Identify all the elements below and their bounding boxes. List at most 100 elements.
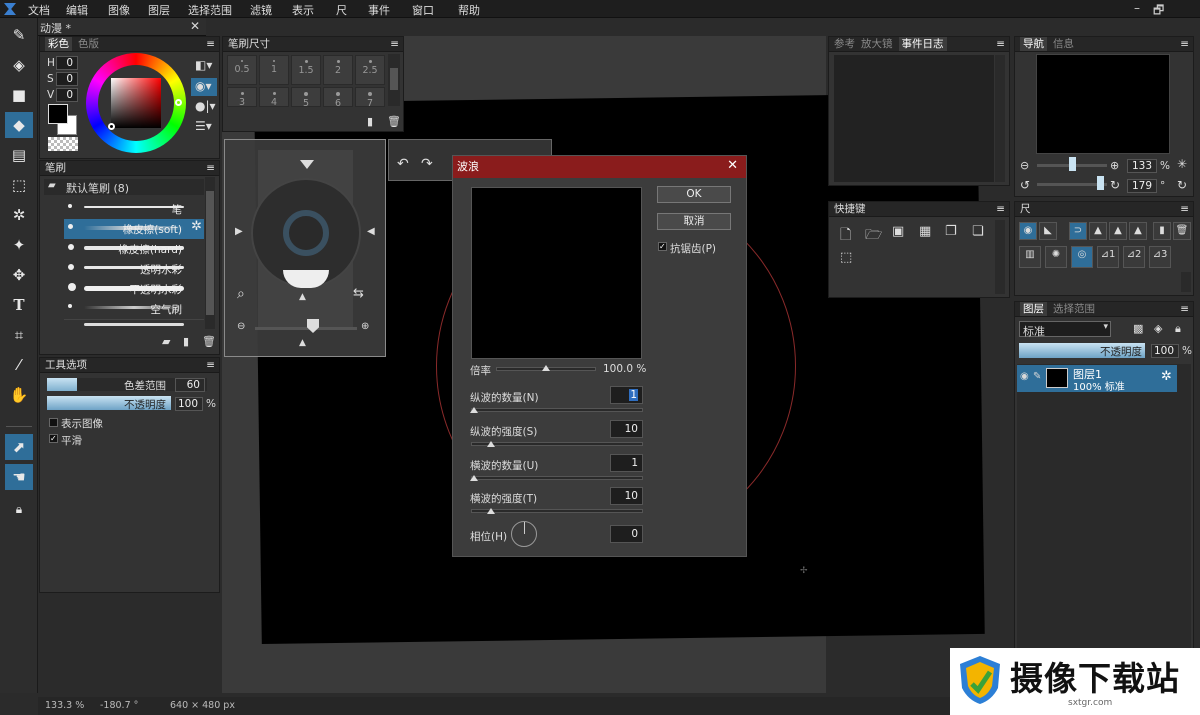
magic-wand-tool-icon[interactable]: ✲ <box>5 202 33 228</box>
zoom-out-icon[interactable]: ⊖ <box>1020 159 1029 172</box>
eye-icon[interactable]: ◉ <box>1019 222 1037 240</box>
rotate-left-icon[interactable]: ↺ <box>1020 178 1030 192</box>
v-strength-input[interactable]: 10 <box>610 420 643 438</box>
select-all-icon[interactable]: ⬚ <box>840 250 852 265</box>
navigator-preview[interactable] <box>1036 54 1170 154</box>
menu-edit[interactable]: 编辑 <box>66 2 88 18</box>
v-count-slider[interactable] <box>471 408 643 412</box>
blend-mode-select[interactable]: 标准 ▾ <box>1019 321 1111 338</box>
paste-icon[interactable]: ❏ <box>972 224 984 239</box>
menu-window[interactable]: 窗口 <box>412 2 434 18</box>
redo-icon[interactable]: ↷ <box>421 156 433 172</box>
panel-menu-icon[interactable]: ≡ <box>1180 302 1189 316</box>
h-count-input[interactable]: 1 <box>610 454 643 472</box>
h-strength-input[interactable]: 10 <box>610 487 643 505</box>
new-brush-icon[interactable]: ▮ <box>183 335 189 348</box>
scroll-down-icon[interactable]: ▲ <box>299 292 306 302</box>
wheel-mode-icon[interactable]: ◉▾ <box>191 78 217 96</box>
perspective2-icon[interactable]: ▲ <box>1109 222 1127 240</box>
restore-button[interactable]: 🗗 <box>1153 1 1164 22</box>
copy-icon[interactable]: ❐ <box>945 224 957 239</box>
scroll-right-icon[interactable]: ◀ <box>367 226 375 237</box>
h-strength-slider[interactable] <box>471 509 643 513</box>
pen-tool-icon[interactable]: ✎ <box>5 22 33 48</box>
cancel-button[interactable]: 取消 <box>657 213 731 230</box>
menu-ruler[interactable]: 尺 <box>336 2 347 18</box>
zoom-in-icon[interactable]: ⊕ <box>1110 159 1119 172</box>
save-icon[interactable]: ▣ <box>892 224 904 239</box>
brush-scrollbar[interactable] <box>205 177 215 329</box>
list-item[interactable]: 空气刷 <box>64 299 204 319</box>
smooth-checkbox[interactable]: ✓ <box>49 434 58 443</box>
zoom-fit-icon[interactable]: ⌕ <box>237 286 245 302</box>
rectangle-tool-icon[interactable]: ■ <box>5 82 33 108</box>
vanishing-point-3-icon[interactable]: ⊿3 <box>1149 246 1171 268</box>
opacity-input[interactable]: 100 <box>175 397 203 411</box>
dialog-close-icon[interactable]: ✕ <box>727 158 738 173</box>
panel-menu-icon[interactable]: ≡ <box>1180 37 1189 51</box>
v-count-input[interactable]: 1 <box>610 386 643 404</box>
document-tab[interactable]: 动漫 * ✕ <box>38 18 206 36</box>
layer-stack-icon[interactable]: ◈ <box>1154 322 1162 335</box>
menu-select[interactable]: 选择范围 <box>188 2 232 18</box>
visibility-eye-icon[interactable]: ◉ <box>1020 371 1029 382</box>
tab-navigator[interactable]: 导航 <box>1020 37 1047 51</box>
fill-bucket-tool-icon[interactable]: ◆ <box>5 112 33 138</box>
phase-input[interactable]: 0 <box>610 525 643 543</box>
minimize-button[interactable]: – <box>1134 1 1140 15</box>
gradient-tool-icon[interactable]: ▤ <box>5 142 33 168</box>
panel-menu-icon[interactable]: ≡ <box>206 37 215 51</box>
brush-size-cell[interactable]: 5 <box>291 87 321 107</box>
antialias-checkbox[interactable]: ✓ <box>658 242 667 251</box>
trash-icon[interactable]: 🗑︎ <box>202 335 216 348</box>
close-tab-icon[interactable]: ✕ <box>190 19 200 33</box>
undo-icon[interactable]: ↶ <box>397 156 409 172</box>
new-size-icon[interactable]: ▮ <box>367 115 373 128</box>
scroll-left-icon[interactable]: ▶ <box>235 226 243 237</box>
panel-menu-icon[interactable]: ≡ <box>996 37 1005 51</box>
perspective3-icon[interactable]: ▲ <box>1129 222 1147 240</box>
shortcuts-scrollbar[interactable] <box>995 220 1005 294</box>
list-item[interactable]: 不透明水彩 <box>64 279 204 299</box>
select-pen-tool-icon[interactable]: ✦ <box>5 232 33 258</box>
open-folder-icon[interactable]: 🗁︎ <box>865 224 882 248</box>
new-folder-icon[interactable]: ▰ <box>162 335 170 348</box>
tab-info[interactable]: 信息 <box>1053 37 1074 51</box>
brush-size-cell[interactable]: 1.5 <box>291 55 321 85</box>
menu-file[interactable]: 文档 <box>28 2 50 18</box>
zoom-out-icon[interactable]: ⊖ <box>237 321 245 332</box>
move-tool-icon[interactable]: ✥ <box>5 262 33 288</box>
line-ruler-icon[interactable]: ◣ <box>1039 222 1057 240</box>
v-input[interactable]: 0 <box>56 88 78 102</box>
navigator-toggle-icon[interactable]: ⬈ <box>5 434 33 460</box>
ruler-trash-icon[interactable]: 🗑︎ <box>1173 222 1191 240</box>
dot-mode-icon[interactable]: ●|▾ <box>195 99 216 113</box>
radial-lines-icon[interactable]: ✺ <box>1045 246 1067 268</box>
layer-lock-icon[interactable]: 🔒︎ <box>1175 322 1181 336</box>
brush-size-cell[interactable]: 0.5 <box>227 55 257 85</box>
panel-menu-icon[interactable]: ≡ <box>206 358 215 372</box>
foreground-color-swatch[interactable] <box>48 104 68 124</box>
gear-icon[interactable]: ✲ <box>191 219 202 234</box>
color-mode-icon[interactable]: ◧▾ <box>195 58 212 72</box>
tab-color[interactable]: 彩色 <box>45 37 72 51</box>
hand-mode-icon[interactable]: ☚ <box>5 464 33 490</box>
panel-menu-icon[interactable]: ≡ <box>206 161 215 175</box>
brush-size-cell[interactable]: 2.5 <box>355 55 385 85</box>
view-rotation-overlay[interactable]: ▶ ◀ ⌕ ⇆ ▲ ⊖ ⊕ ▲ <box>224 139 386 357</box>
list-mode-icon[interactable]: ☰▾ <box>195 119 212 133</box>
menu-view[interactable]: 表示 <box>292 2 314 18</box>
tab-layers[interactable]: 图层 <box>1020 302 1047 316</box>
parallel-lines-icon[interactable]: ▥ <box>1019 246 1041 268</box>
v-strength-slider[interactable] <box>471 442 643 446</box>
brush-size-cell[interactable]: 6 <box>323 87 353 107</box>
scroll-down-icon[interactable]: ▲ <box>299 338 306 348</box>
brush-size-cell[interactable]: 4 <box>259 87 289 107</box>
crop-tool-icon[interactable]: ⌗ <box>5 322 33 348</box>
list-item[interactable]: 笔 <box>64 199 204 219</box>
panel-menu-icon[interactable]: ≡ <box>390 37 399 51</box>
zoom-input[interactable]: 133 <box>1127 159 1157 173</box>
phase-dial[interactable] <box>511 521 537 547</box>
trash-icon[interactable]: 🗑︎ <box>387 115 401 128</box>
hand-tool-icon[interactable]: ✋ <box>5 382 33 408</box>
